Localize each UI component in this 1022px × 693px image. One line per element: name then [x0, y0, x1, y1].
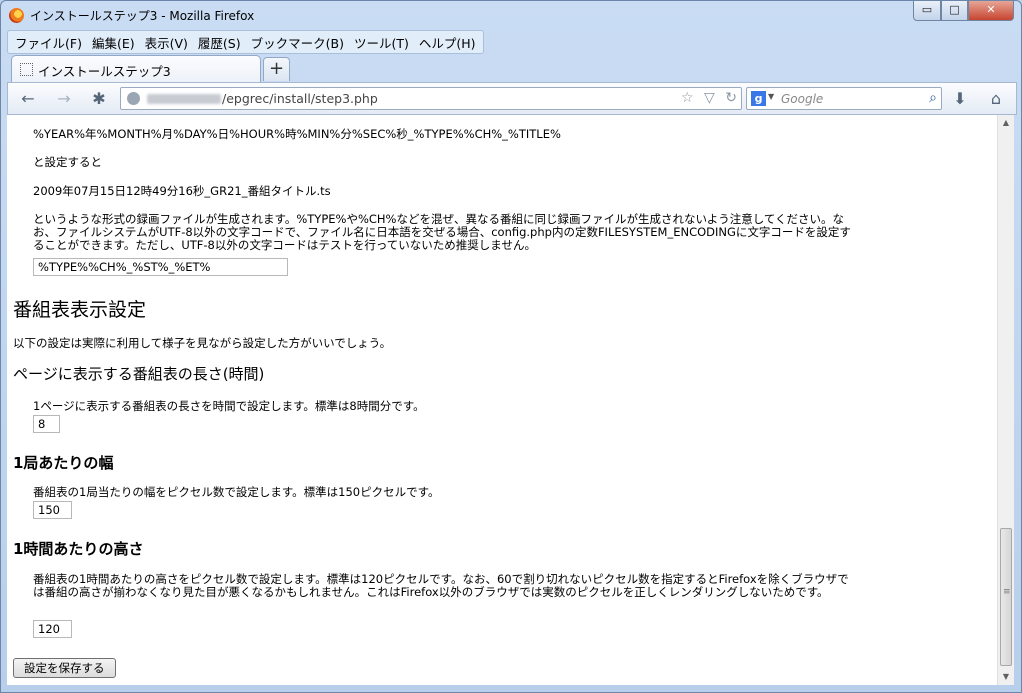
filename-example: 2009年07月15日12時49分16秒_GR21_番組タイトル.ts — [33, 184, 331, 198]
length-description: 1ページに表示する番組表の長さを時間で設定します。標準は8時間分です。 — [33, 399, 425, 413]
menu-history[interactable]: 履歴(S) — [193, 33, 246, 52]
menu-tools[interactable]: ツール(T) — [349, 33, 414, 52]
reload-icon[interactable]: ↻ — [725, 90, 737, 106]
back-icon[interactable]: ← — [16, 87, 40, 111]
menu-edit[interactable]: 編集(E) — [87, 33, 140, 52]
history-dropdown-icon[interactable]: ▽ — [704, 90, 715, 106]
google-icon[interactable]: g — [751, 91, 766, 106]
program-table-heading: 番組表表示設定 — [13, 299, 147, 321]
globe-icon — [127, 92, 140, 105]
minimize-button[interactable]: ▭ — [913, 1, 941, 21]
menu-bookmarks[interactable]: ブックマーク(B) — [246, 33, 349, 52]
height-pixels-input[interactable]: 120 — [33, 620, 72, 638]
new-tab-button[interactable]: + — [263, 57, 290, 81]
tab-label: インストールステップ3 — [38, 64, 171, 79]
grip-icon: ≡ — [1003, 587, 1011, 597]
page-icon — [20, 63, 33, 76]
menu-view[interactable]: 表示(V) — [140, 33, 193, 52]
save-settings-button[interactable]: 設定を保存する — [13, 658, 116, 678]
height-description: 番組表の1時間あたりの高さをピクセル数で設定します。標準は120ピクセルです。な… — [33, 572, 849, 599]
bookmark-star-icon[interactable]: ☆ — [681, 90, 694, 106]
length-hours-input[interactable]: 8 — [33, 415, 60, 433]
filename-note: というような形式の録画ファイルが生成されます。%TYPE%や%CH%などを混ぜ、… — [33, 212, 851, 252]
menu-bar: ファイル(F) 編集(E) 表示(V) 履歴(S) ブックマーク(B) ツール(… — [7, 30, 484, 54]
addon-icon[interactable]: ✱ — [87, 87, 111, 111]
menu-file[interactable]: ファイル(F) — [10, 33, 87, 52]
filename-format-input[interactable]: %TYPE%%CH%_%ST%_%ET% — [33, 258, 288, 276]
width-heading: 1局あたりの幅 — [13, 454, 114, 472]
window-title: インストールステップ3 - Mozilla Firefox — [30, 9, 255, 23]
menu-help[interactable]: ヘルプ(H) — [414, 33, 481, 52]
chevron-down-icon[interactable]: ▼ — [768, 92, 774, 101]
scroll-up-icon[interactable]: ▲ — [998, 115, 1014, 131]
page-content: %YEAR%年%MONTH%月%DAY%日%HOUR%時%MIN%分%SEC%秒… — [7, 115, 997, 685]
maximize-button[interactable]: □ — [941, 1, 968, 21]
scrollbar-thumb[interactable]: ≡ — [1000, 528, 1012, 666]
search-input[interactable]: Google — [781, 92, 823, 106]
firefox-icon — [9, 8, 24, 23]
program-table-intro: 以下の設定は実際に利用して様子を見ながら設定した方がいいでしょう。 — [13, 336, 392, 350]
width-description: 番組表の1局当たりの幅をピクセル数で設定します。標準は150ピクセルです。 — [33, 485, 440, 499]
format-example: %YEAR%年%MONTH%月%DAY%日%HOUR%時%MIN%分%SEC%秒… — [33, 127, 561, 141]
length-heading: ページに表示する番組表の長さ(時間) — [13, 365, 265, 383]
home-icon[interactable]: ⌂ — [984, 87, 1008, 111]
scroll-down-icon[interactable]: ▼ — [998, 669, 1014, 685]
search-bar[interactable]: g ▼ Google ⌕ — [746, 87, 942, 110]
width-pixels-input[interactable]: 150 — [33, 501, 72, 519]
url-text: /epgrec/install/step3.php — [222, 91, 378, 106]
url-host-redacted — [147, 94, 221, 104]
title-bar: インストールステップ3 - Mozilla Firefox ▭ □ ✕ — [1, 1, 1021, 29]
url-bar[interactable]: /epgrec/install/step3.php ☆ ▽ ↻ — [120, 87, 742, 110]
forward-icon[interactable]: → — [52, 87, 76, 111]
vertical-scrollbar[interactable]: ▲ ≡ ▼ — [997, 115, 1014, 685]
close-button[interactable]: ✕ — [968, 1, 1014, 21]
search-icon[interactable]: ⌕ — [929, 90, 937, 106]
height-heading: 1時間あたりの高さ — [13, 540, 144, 558]
navigation-bar: ← → ✱ /epgrec/install/step3.php ☆ ▽ ↻ g … — [7, 82, 1017, 115]
tab-install-step3[interactable]: インストールステップ3 — [11, 55, 261, 82]
download-icon[interactable]: ⬇ — [948, 87, 972, 111]
if-set-text: と設定すると — [33, 155, 102, 169]
tab-bar: インストールステップ3 + — [1, 54, 1021, 82]
